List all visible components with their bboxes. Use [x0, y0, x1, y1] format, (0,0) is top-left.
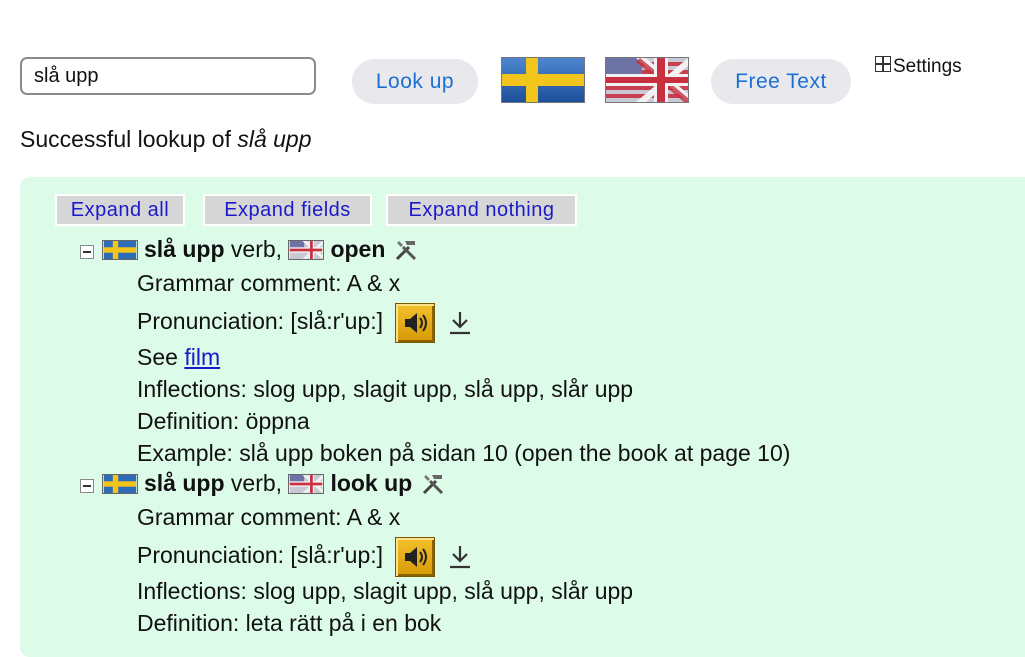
expand-plus-icon [875, 56, 891, 72]
pronunciation-text: Pronunciation: [slå:r'up:] [137, 542, 384, 569]
settings-label: Settings [893, 56, 962, 77]
see-also-row: See film [137, 344, 220, 371]
pronunciation-text: Pronunciation: [slå:r'up:] [137, 308, 384, 335]
entry-header: slå upp verb, look up [80, 470, 446, 497]
pronunciation-row: Pronunciation: [slå:r'up:] [137, 537, 472, 577]
english-flag-button[interactable] [605, 57, 689, 103]
collapse-icon[interactable] [80, 478, 94, 493]
uk-us-flag-icon [288, 473, 325, 494]
uk-us-flag-icon [606, 58, 688, 102]
entry-pos: verb, [224, 236, 289, 262]
download-icon[interactable] [448, 310, 472, 336]
entry-translation: open [330, 236, 386, 262]
see-link[interactable]: film [184, 344, 220, 370]
swedish-flag-icon [102, 473, 138, 494]
grammar-comment: Grammar comment: A & x [137, 270, 401, 296]
example: Example: slå upp boken på sidan 10 (open… [137, 440, 791, 466]
free-text-button[interactable]: Free Text [711, 59, 851, 104]
settings-toggle[interactable]: Settings [875, 56, 962, 78]
swedish-flag-button[interactable] [501, 57, 585, 103]
expand-nothing-button[interactable]: Expand nothing [386, 194, 577, 226]
tools-icon[interactable] [420, 471, 446, 497]
download-icon[interactable] [448, 544, 472, 570]
status-message: Successful lookup of slå upp [20, 126, 312, 153]
status-prefix: Successful lookup of [20, 126, 238, 152]
entry-word: slå upp [144, 236, 225, 262]
definition: Definition: leta rätt på i en bok [137, 610, 442, 636]
definition: Definition: öppna [137, 408, 310, 434]
inflections: Inflections: slog upp, slagit upp, slå u… [137, 578, 634, 604]
entry-translation: look up [330, 470, 413, 496]
grammar-comment: Grammar comment: A & x [137, 504, 401, 530]
uk-us-flag-icon [288, 239, 325, 260]
swedish-flag-icon [502, 58, 584, 102]
expand-all-button[interactable]: Expand all [55, 194, 185, 226]
see-prefix: See [137, 344, 185, 370]
inflections: Inflections: slog upp, slagit upp, slå u… [137, 376, 634, 402]
look-up-button[interactable]: Look up [352, 59, 478, 104]
entry-pos: verb, [224, 470, 289, 496]
speaker-icon[interactable] [395, 537, 436, 577]
expand-fields-button[interactable]: Expand fields [203, 194, 372, 226]
search-input[interactable] [20, 57, 316, 95]
entry-word: slå upp [144, 470, 225, 496]
entry-header: slå upp verb, open [80, 236, 419, 263]
status-term: slå upp [237, 126, 312, 152]
speaker-icon[interactable] [395, 303, 436, 343]
collapse-icon[interactable] [80, 244, 94, 259]
swedish-flag-icon [102, 239, 138, 260]
pronunciation-row: Pronunciation: [slå:r'up:] [137, 303, 472, 343]
tools-icon[interactable] [393, 237, 419, 263]
